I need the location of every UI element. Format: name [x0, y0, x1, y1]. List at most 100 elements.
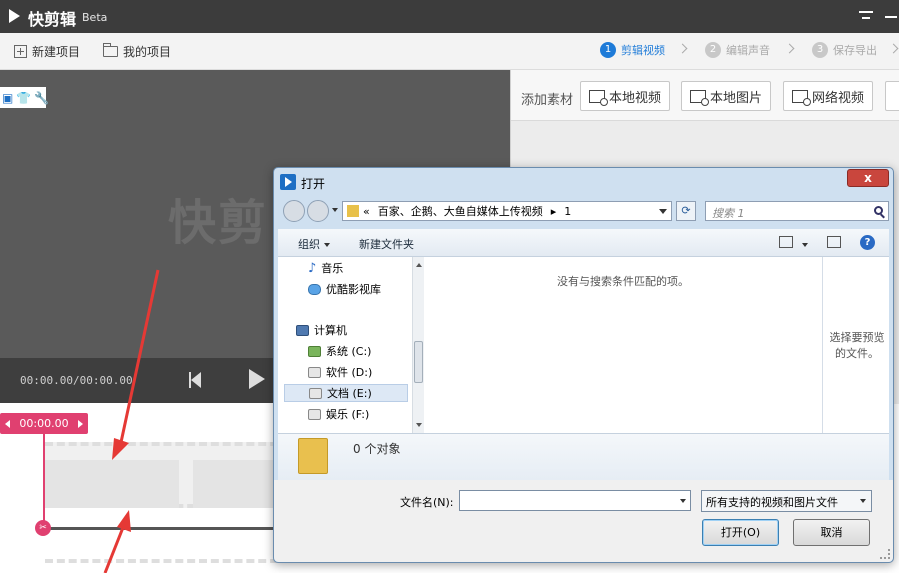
close-button[interactable]: x — [847, 169, 889, 187]
file-list[interactable]: 没有与搜索条件匹配的项。 — [424, 257, 822, 433]
step-label: 保存导出 — [833, 44, 877, 57]
scroll-thumb[interactable] — [414, 341, 423, 383]
chevron-right-icon — [677, 43, 688, 54]
add-media-label: 添加素材 — [521, 93, 574, 108]
web-video-label: 网络视频 — [812, 90, 865, 106]
breadcrumb-folder[interactable]: 百家、企鹅、大鱼自媒体上传视频 — [378, 203, 543, 219]
app-subtitle: Beta — [82, 11, 108, 24]
step-number: 3 — [812, 42, 828, 58]
scroll-down-icon[interactable] — [416, 423, 422, 427]
filename-label: 文件名(N): — [400, 496, 454, 509]
breadcrumb-current[interactable]: 1 — [564, 205, 571, 218]
step-label: 剪辑视频 — [621, 44, 665, 57]
preview-message: 选择要预览的文件。 — [829, 331, 885, 360]
more-media-button[interactable] — [885, 81, 899, 111]
details-pane: 0 个对象 — [278, 433, 889, 480]
open-button[interactable]: 打开(O) — [702, 519, 779, 546]
crop-icon[interactable]: ▣ — [2, 91, 13, 105]
breadcrumb-separator[interactable]: ▸ — [551, 205, 557, 218]
step-number: 2 — [705, 42, 721, 58]
nav-item-label: 优酷影视库 — [326, 283, 381, 296]
step-label: 编辑声音 — [726, 44, 770, 57]
refresh-button[interactable]: ⟳ — [676, 201, 696, 221]
nav-item-label: 系统 (C:) — [326, 345, 372, 358]
nav-item-label: 软件 (D:) — [326, 366, 373, 379]
music-icon: ♪ — [308, 260, 317, 276]
my-projects-button[interactable]: 我的项目 — [103, 43, 171, 60]
cancel-button[interactable]: 取消 — [793, 519, 870, 546]
nav-item-music[interactable]: ♪ 音乐 — [308, 259, 343, 277]
scissors-icon[interactable]: ✂ — [35, 520, 51, 536]
local-image-label: 本地图片 — [710, 90, 763, 106]
scroll-up-icon[interactable] — [416, 263, 422, 267]
file-type-select[interactable]: 所有支持的视频和图片文件 — [701, 490, 872, 512]
play-button[interactable] — [249, 369, 265, 389]
nav-item-label: 文档 (E:) — [327, 387, 372, 400]
search-icon[interactable] — [874, 206, 883, 215]
chevron-right-icon — [888, 43, 899, 54]
chevron-right-icon — [784, 43, 795, 54]
help-icon[interactable]: ? — [860, 235, 875, 250]
step-save-export[interactable]: 3 保存导出 — [812, 42, 877, 58]
preview-watermark: 快剪 — [168, 195, 269, 251]
menu-icon[interactable] — [856, 6, 876, 26]
resize-grip[interactable] — [880, 549, 890, 559]
filename-input[interactable] — [460, 491, 670, 510]
chevron-down-icon[interactable] — [659, 209, 667, 214]
nav-item-youku[interactable]: 优酷影视库 — [308, 280, 381, 298]
media-header: 添加素材 本地视频 本地图片 网络视频 — [511, 70, 899, 121]
command-bar: 组织 新建文件夹 ? — [278, 229, 889, 257]
step-edit-video[interactable]: 1 剪辑视频 — [600, 42, 665, 58]
organize-menu[interactable]: 组织 — [298, 236, 330, 252]
nav-item-drive-f[interactable]: 娱乐 (F:) — [308, 405, 369, 423]
preview-pane-icon[interactable] — [827, 236, 841, 248]
nav-item-drive-e[interactable]: 文档 (E:) — [284, 384, 408, 402]
my-projects-label: 我的项目 — [123, 45, 172, 59]
back-button[interactable] — [283, 200, 305, 222]
chevron-down-icon — [802, 243, 808, 247]
empty-message: 没有与搜索条件匹配的项。 — [557, 275, 689, 288]
clip-frame — [45, 460, 179, 508]
view-dropdown[interactable] — [798, 238, 808, 251]
playhead[interactable] — [43, 434, 45, 524]
drive-icon — [308, 408, 321, 420]
wrench-icon[interactable]: 🔧 — [34, 91, 49, 105]
step-number: 1 — [600, 42, 616, 58]
drive-icon — [308, 366, 321, 378]
local-video-button[interactable]: 本地视频 — [580, 81, 671, 111]
time-badge-value: 00:00.00 — [19, 417, 69, 430]
address-bar[interactable]: « 百家、企鹅、大鱼自媒体上传视频 ▸ 1 — [342, 201, 672, 221]
navigation-pane: ♪ 音乐 优酷影视库 计算机 系统 (C:) 软件 (D:) 文档 (E:) 娱… — [278, 257, 424, 433]
new-folder-button[interactable]: 新建文件夹 — [359, 236, 414, 252]
chevron-down-icon[interactable] — [680, 499, 686, 503]
search-input[interactable]: 搜索 1 — [705, 201, 889, 221]
nav-item-drive-d[interactable]: 软件 (D:) — [308, 363, 372, 381]
forward-button[interactable] — [307, 200, 329, 222]
computer-icon — [296, 324, 309, 336]
step-edit-audio[interactable]: 2 编辑声音 — [705, 42, 770, 58]
nav-item-computer[interactable]: 计算机 — [296, 321, 347, 339]
minimize-button[interactable] — [883, 6, 899, 26]
nav-scrollbar[interactable] — [412, 257, 424, 433]
object-count: 0 个对象 — [353, 442, 401, 456]
time-badge[interactable]: 00:00.00 — [0, 413, 88, 434]
dialog-titlebar: 打开 x — [274, 168, 893, 198]
arrow-left-icon[interactable] — [5, 420, 10, 428]
nav-item-drive-c[interactable]: 系统 (C:) — [308, 342, 371, 360]
cloud-icon — [308, 283, 321, 295]
shirt-icon[interactable]: 👕 — [16, 91, 31, 105]
local-video-label: 本地视频 — [609, 90, 662, 106]
recent-locations-dropdown[interactable] — [332, 208, 338, 212]
breadcrumb-overflow[interactable]: « — [363, 205, 370, 218]
organize-label: 组织 — [298, 238, 320, 251]
skip-back-button[interactable] — [189, 372, 201, 388]
local-image-button[interactable]: 本地图片 — [681, 81, 772, 111]
chevron-down-icon — [324, 243, 330, 247]
image-add-icon — [690, 89, 709, 106]
web-video-button[interactable]: 网络视频 — [783, 81, 874, 111]
arrow-right-icon[interactable] — [78, 420, 83, 428]
new-project-button[interactable]: 新建项目 — [14, 43, 80, 60]
system-drive-icon — [308, 345, 321, 357]
view-options-icon[interactable] — [779, 236, 793, 248]
filename-field[interactable] — [459, 490, 691, 511]
